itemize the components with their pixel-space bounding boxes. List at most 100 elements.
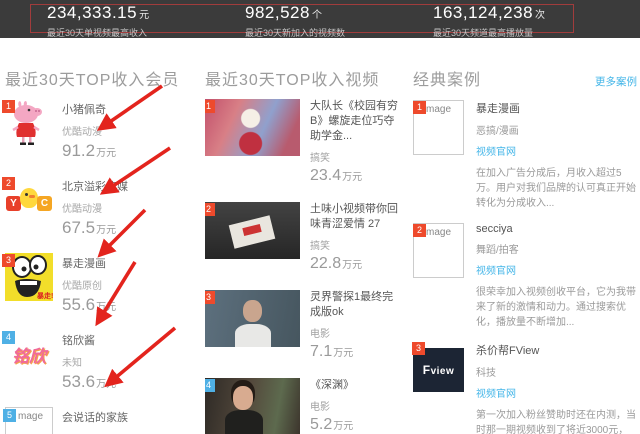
mingxin-logo-text: 铭欣: [12, 342, 46, 367]
case-name[interactable]: 杀价帮FView: [476, 342, 636, 358]
member-row[interactable]: 3 暴走! 暴走漫画 优酷原创 55.6万元: [5, 253, 201, 315]
case-site-link[interactable]: 视频官网: [476, 385, 516, 400]
rank-badge: 3: [412, 342, 425, 355]
case-image-broken[interactable]: 1 mage: [413, 100, 464, 155]
video-category: 电影: [310, 325, 398, 340]
member-row[interactable]: 2 Y C 北京溢彩传媒 优酷动漫 67.5万元: [5, 176, 201, 238]
case-site-link[interactable]: 视频官网: [476, 143, 516, 158]
video-amount: 22.8万元: [310, 255, 398, 273]
rank-badge: 3: [205, 291, 215, 304]
video-info: 土味小视频带你回味青涩爱情 27 搞笑 22.8万元: [310, 202, 398, 273]
member-amount: 91.2万元: [62, 141, 116, 161]
video-amount: 23.4万元: [310, 167, 398, 185]
stat-top-video-income: 234,333.15元 最近30天单视频最高收入: [47, 4, 150, 39]
member-name[interactable]: 铭欣酱: [62, 332, 116, 348]
member-avatar-peppa-pig[interactable]: 1: [5, 99, 53, 147]
case-category: 恶搞/漫画: [476, 122, 636, 137]
stat-label: 最近30天单视频最高收入: [47, 26, 150, 39]
stat-label: 最近30天新加入的视频数: [245, 26, 345, 39]
videos-heading: 最近30天TOP收入视频: [205, 66, 401, 90]
stat-new-videos: 982,528个 最近30天新加入的视频数: [245, 4, 345, 39]
case-info: secciya 舞蹈/拍客 视频官网 很荣幸加入视频创收平台，它为我带来了新的激…: [476, 223, 636, 330]
case-image-fview-logo[interactable]: 3 Fview: [413, 348, 464, 392]
video-title[interactable]: 《深渊》: [310, 378, 398, 393]
case-description: 很荣幸加入视频创收平台，它为我带来了新的激情和动力。通过搜索优化，播放量不断增加…: [476, 285, 636, 330]
stat-label: 最近30天频道最高播放量: [433, 26, 546, 39]
case-row[interactable]: 3 Fview 杀价帮FView 科技 视频官网 第一次加入粉丝赞助时还在内测，…: [413, 342, 637, 434]
rank-badge: 3: [2, 254, 15, 267]
video-thumbnail[interactable]: 3: [205, 290, 300, 347]
case-category: 科技: [476, 364, 636, 379]
stat-value: 234,333.15元: [47, 4, 150, 25]
members-heading: 最近30天TOP收入会员: [5, 66, 201, 90]
video-info: 《深渊》 电影 5.2万元: [310, 378, 398, 434]
member-avatar-yc[interactable]: 2 Y C: [5, 176, 53, 224]
member-amount: 67.5万元: [62, 218, 128, 238]
member-avatar-broken-image[interactable]: 5 mage: [5, 407, 53, 434]
case-name[interactable]: secciya: [476, 223, 636, 235]
member-row[interactable]: 4 铭欣 铭欣酱 未知 53.6万元: [5, 330, 201, 392]
member-amount: 53.6万元: [62, 372, 116, 392]
member-name[interactable]: 小猪佩奇: [62, 101, 116, 117]
topbar: 234,333.15元 最近30天单视频最高收入 982,528个 最近30天新…: [0, 0, 640, 38]
video-info: 大队长《校园有穷B》螺旋走位巧夺助学金... 搞笑 23.4万元: [310, 99, 398, 185]
section-top-videos: 最近30天TOP收入视频 1 大队长《校园有穷B》螺旋走位巧夺助学金... 搞笑…: [205, 66, 401, 434]
member-row[interactable]: 5 mage 会说话的家族 优酷动漫 31.0万元: [5, 407, 201, 434]
stat-top-channel-plays: 163,124,238次 最近30天频道最高播放量: [433, 4, 546, 39]
rank-badge: 4: [2, 331, 15, 344]
case-site-link[interactable]: 视频官网: [476, 262, 516, 277]
member-info: 暴走漫画 优酷原创 55.6万元: [62, 253, 116, 315]
video-thumbnail[interactable]: 1: [205, 99, 300, 156]
cases-header: 经典案例 更多案例: [413, 66, 637, 90]
member-category: 未知: [62, 354, 116, 369]
more-cases-link[interactable]: 更多案例: [595, 74, 637, 89]
video-title[interactable]: 大队长《校园有穷B》螺旋走位巧夺助学金...: [310, 99, 398, 144]
video-category: 搞笑: [310, 237, 398, 252]
rank-badge: 2: [2, 177, 15, 190]
member-name[interactable]: 北京溢彩传媒: [62, 178, 128, 194]
case-image-broken[interactable]: 2 mage: [413, 223, 464, 278]
member-name[interactable]: 暴走漫画: [62, 255, 116, 271]
section-classic-cases: 经典案例 更多案例 1 mage 暴走漫画 恶搞/漫画 视频官网 在加入广告分成…: [413, 66, 637, 434]
video-row[interactable]: 4 《深渊》 电影 5.2万元: [205, 378, 401, 434]
svg-text:暴走!: 暴走!: [36, 291, 53, 300]
stat-unit: 次: [535, 10, 546, 21]
stat-unit: 个: [312, 10, 323, 21]
member-info: 北京溢彩传媒 优酷动漫 67.5万元: [62, 176, 128, 238]
video-row[interactable]: 1 大队长《校园有穷B》螺旋走位巧夺助学金... 搞笑 23.4万元: [205, 99, 401, 185]
member-category: 优酷动漫: [62, 200, 128, 215]
video-thumbnail[interactable]: 4: [205, 378, 300, 434]
case-description: 在加入广告分成后，月收入超过5万。用户对我们品牌的认可真正开始转化为分成收入..…: [476, 166, 636, 211]
video-row[interactable]: 3 灵界警探1最终完成版ok 电影 7.1万元: [205, 290, 401, 361]
member-category: 优酷动漫: [62, 123, 116, 138]
page: 234,333.15元 最近30天单视频最高收入 982,528个 最近30天新…: [0, 0, 640, 434]
case-name[interactable]: 暴走漫画: [476, 100, 636, 116]
case-description: 第一次加入粉丝赞助时还在内测，当时那一期视频收到了将近3000元，近200条付费…: [476, 408, 636, 434]
member-name[interactable]: 会说话的家族: [62, 409, 128, 425]
rank-badge: 1: [2, 100, 15, 113]
case-row[interactable]: 2 mage secciya 舞蹈/拍客 视频官网 很荣幸加入视频创收平台，它为…: [413, 223, 637, 330]
video-category: 电影: [310, 398, 398, 413]
fview-logo-text: Fview: [423, 363, 455, 377]
stat-value: 163,124,238次: [433, 4, 546, 25]
member-avatar-mingxin[interactable]: 4 铭欣: [5, 330, 53, 378]
video-title[interactable]: 灵界警探1最终完成版ok: [310, 290, 398, 320]
member-row[interactable]: 1 小猪佩奇 优酷: [5, 99, 201, 161]
case-info: 杀价帮FView 科技 视频官网 第一次加入粉丝赞助时还在内测，当时那一期视频收…: [476, 342, 636, 434]
stat-value: 982,528个: [245, 4, 345, 25]
case-row[interactable]: 1 mage 暴走漫画 恶搞/漫画 视频官网 在加入广告分成后，月收入超过5万。…: [413, 100, 637, 211]
yc-letter-c: C: [37, 196, 52, 211]
video-title[interactable]: 土味小视频带你回味青涩爱情 27: [310, 202, 398, 232]
broken-image-placeholder-text: mage: [426, 104, 451, 115]
member-avatar-rage-face[interactable]: 3 暴走!: [5, 253, 53, 301]
rank-badge: 5: [3, 409, 16, 422]
member-info: 会说话的家族 优酷动漫 31.0万元: [62, 407, 128, 434]
case-category: 舞蹈/拍客: [476, 241, 636, 256]
member-category: 优酷原创: [62, 277, 116, 292]
video-row[interactable]: 2 土味小视频带你回味青涩爱情 27 搞笑 22.8万元: [205, 202, 401, 273]
yc-letter-y: Y: [6, 196, 21, 211]
broken-image-placeholder-text: mage: [18, 411, 43, 422]
section-top-members: 最近30天TOP收入会员 1: [5, 66, 201, 434]
video-thumbnail[interactable]: 2: [205, 202, 300, 259]
yc-duck-image: [20, 188, 38, 208]
